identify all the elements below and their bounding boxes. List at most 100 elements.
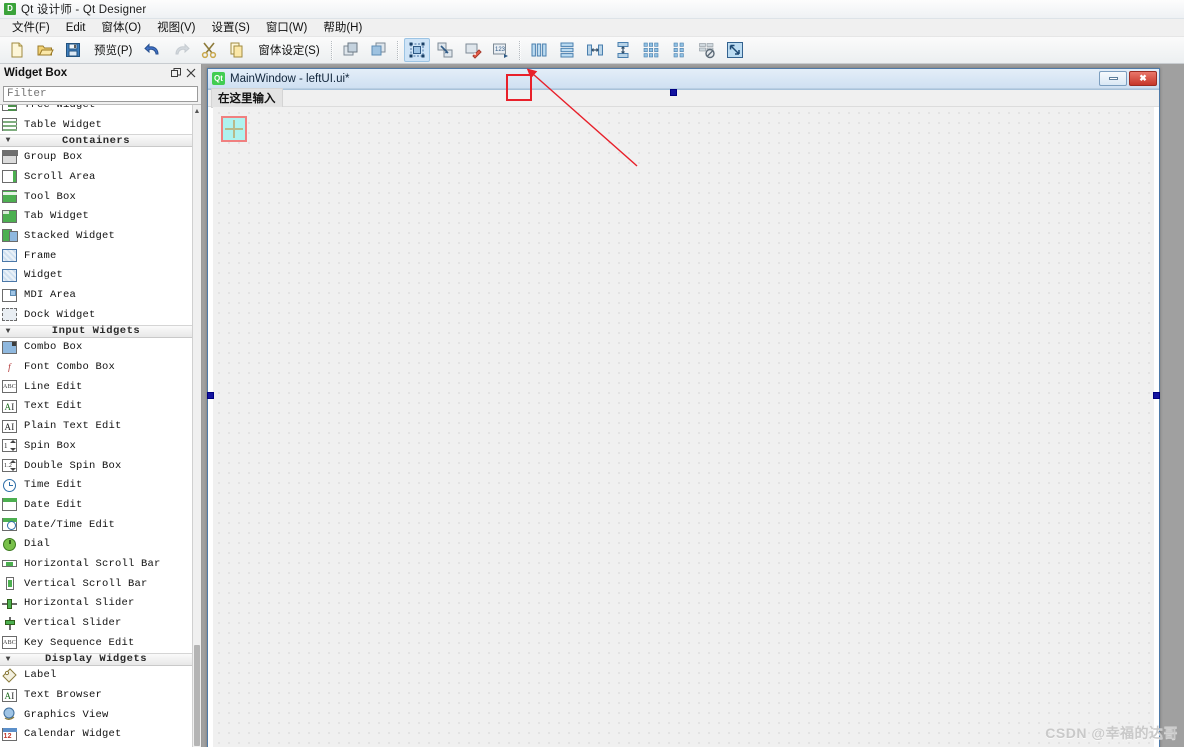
spin-box-icon: 1 (2, 438, 18, 453)
menu-view[interactable]: 视图(V) (149, 20, 203, 36)
minimize-button[interactable] (1099, 71, 1127, 86)
widget-item-label: Dock Widget (24, 308, 96, 321)
preview-button[interactable]: 预览(P) (87, 42, 139, 58)
widget-item-frame[interactable]: Frame (0, 246, 192, 266)
close-button[interactable]: ✖ (1129, 71, 1157, 86)
widget-item-tab-widget[interactable]: Tab Widget (0, 206, 192, 226)
widget-item-label: Scroll Area (24, 170, 96, 183)
widget-item-label: Horizontal Scroll Bar (24, 557, 161, 570)
menu-form[interactable]: 窗体(O) (94, 20, 150, 36)
widget-item-label: Date/Time Edit (24, 518, 116, 531)
widget-item-dock-widget[interactable]: Dock Widget (0, 305, 192, 325)
lay-out-vertically-splitter-button[interactable] (610, 38, 636, 62)
widget-item-dial[interactable]: Dial (0, 534, 192, 554)
widget-item-date-edit[interactable]: Date Edit (0, 495, 192, 515)
edit-signals-slots-button[interactable] (432, 38, 458, 62)
edit-tab-order-button[interactable]: 123 (488, 38, 514, 62)
widget-item-label: Line Edit (24, 380, 83, 393)
grid-layout-widget[interactable] (221, 116, 247, 142)
widget-item-tool-box[interactable]: Tool Box (0, 187, 192, 207)
dock-widget-icon (2, 307, 18, 322)
selection-handle-right[interactable] (1153, 392, 1160, 399)
widget-item-combo-box[interactable]: Combo Box (0, 338, 192, 358)
widget-item-text-browser[interactable]: AI Text Browser (0, 685, 192, 705)
lower-button[interactable] (366, 38, 392, 62)
menu-window[interactable]: 窗口(W) (258, 20, 316, 36)
widget-item-tree-widget[interactable]: Tree Widget (0, 105, 192, 115)
lay-out-horizontally-button[interactable] (526, 38, 552, 62)
widget-item-time-edit[interactable]: Time Edit (0, 475, 192, 495)
widget-item-stacked-widget[interactable]: Stacked Widget (0, 226, 192, 246)
widget-item-vertical-slider[interactable]: Vertical Slider (0, 613, 192, 633)
widget-item-label[interactable]: Label (0, 666, 192, 686)
widget-item-spin-box[interactable]: 1 Spin Box (0, 436, 192, 456)
widget-group-containers[interactable]: ▼ Containers (0, 134, 192, 148)
menu-edit[interactable]: Edit (58, 20, 94, 36)
tab-widget-icon (2, 209, 18, 224)
menu-help[interactable]: 帮助(H) (315, 20, 370, 36)
close-icon: ✖ (1139, 73, 1147, 83)
lay-out-horizontally-splitter-button[interactable] (582, 38, 608, 62)
widget-item-widget[interactable]: Widget (0, 266, 192, 286)
lay-out-form-button[interactable] (666, 38, 692, 62)
widget-item-label: Time Edit (24, 479, 83, 492)
form-menu-placeholder[interactable]: 在这里输入 (211, 88, 283, 108)
redo-button[interactable] (168, 38, 194, 62)
selection-handle-top[interactable] (670, 89, 677, 96)
save-form-button[interactable] (60, 38, 86, 62)
widget-item-horizontal-scroll-bar[interactable]: Horizontal Scroll Bar (0, 554, 192, 574)
widget-item-double-spin-box[interactable]: 1.2 Double Spin Box (0, 456, 192, 476)
widget-group-input-widgets[interactable]: ▼ Input Widgets (0, 324, 192, 338)
widget-box-scrollbar[interactable]: ▲ (192, 105, 201, 747)
edit-widgets-button[interactable] (403, 38, 430, 62)
widget-item-date-time-edit[interactable]: Date/Time Edit (0, 515, 192, 535)
form-window-buttons: ✖ (1099, 71, 1159, 86)
widget-item-table-widget[interactable]: Table Widget (0, 115, 192, 135)
widget-item-label: Tool Box (24, 190, 77, 203)
table-widget-icon (2, 117, 18, 132)
edit-buddies-button[interactable] (460, 38, 486, 62)
scroll-up-arrow-icon[interactable]: ▲ (193, 105, 201, 117)
widget-item-horizontal-slider[interactable]: Horizontal Slider (0, 594, 192, 614)
widget-item-label: Text Edit (24, 400, 83, 413)
form-canvas[interactable] (213, 107, 1154, 747)
widget-item-vertical-scroll-bar[interactable]: Vertical Scroll Bar (0, 574, 192, 594)
undo-button[interactable] (140, 38, 166, 62)
widget-item-plain-text-edit[interactable]: AI Plain Text Edit (0, 416, 192, 436)
dial-icon (2, 537, 18, 552)
selection-handle-left[interactable] (207, 392, 214, 399)
designer-app-icon: D (4, 3, 16, 15)
new-form-button[interactable] (4, 38, 30, 62)
scrollbar-thumb[interactable] (194, 645, 200, 746)
form-menubar[interactable]: 在这里输入 (208, 88, 1159, 108)
calendar-widget-icon: 12 (2, 727, 18, 742)
widget-item-key-sequence-edit[interactable]: ABC Key Sequence Edit (0, 633, 192, 653)
widget-item-text-edit[interactable]: AI Text Edit (0, 397, 192, 417)
menu-file[interactable]: 文件(F) (4, 20, 58, 36)
widget-item-group-box[interactable]: Group Box (0, 147, 192, 167)
widget-item-line-edit[interactable]: ABC Line Edit (0, 377, 192, 397)
horizontal-slider-icon (2, 596, 18, 611)
raise-button[interactable] (338, 38, 364, 62)
widget-item-mdi-area[interactable]: MDI Area (0, 285, 192, 305)
break-layout-button[interactable] (694, 38, 720, 62)
widget-group-display-widgets[interactable]: ▼ Display Widgets (0, 652, 192, 666)
copy-button[interactable] (224, 38, 250, 62)
widget-item-scroll-area[interactable]: Scroll Area (0, 167, 192, 187)
widget-item-graphics-view[interactable]: Graphics View (0, 705, 192, 725)
form-settings-button[interactable]: 窗体设定(S) (251, 42, 326, 58)
widget-item-label: Calendar Widget (24, 728, 122, 741)
close-icon[interactable] (183, 66, 198, 81)
search-input[interactable] (3, 86, 198, 102)
cut-button[interactable] (196, 38, 222, 62)
lay-out-vertically-button[interactable] (554, 38, 580, 62)
menu-settings[interactable]: 设置(S) (203, 20, 257, 36)
widget-item-font-combo-box[interactable]: f Font Combo Box (0, 357, 192, 377)
widget-box-list[interactable]: Tree Widget Table Widget (0, 104, 201, 747)
adjust-size-button[interactable] (722, 38, 748, 62)
form-window-body: 在这里输入 (207, 88, 1160, 747)
widget-item-calendar-widget[interactable]: 12 Calendar Widget (0, 725, 192, 745)
open-form-button[interactable] (32, 38, 58, 62)
float-icon[interactable] (168, 66, 183, 81)
lay-out-grid-button[interactable] (638, 38, 664, 62)
